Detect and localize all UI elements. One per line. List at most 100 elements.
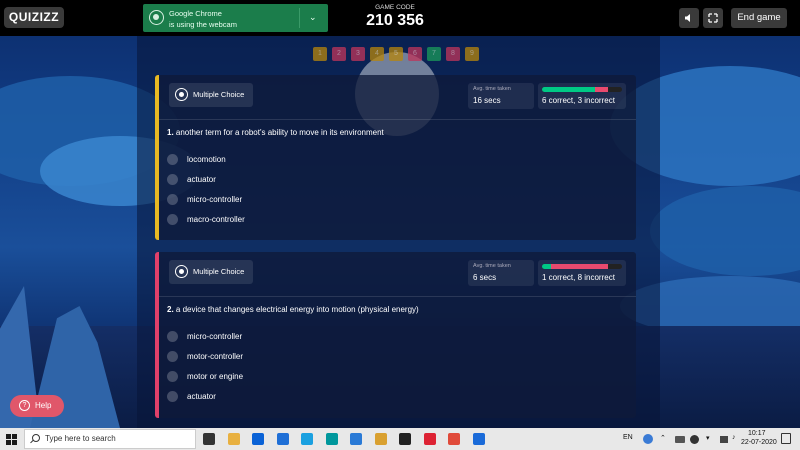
windows-logo-icon (12, 440, 17, 445)
question-type-chip: Multiple Choice (169, 260, 254, 284)
search-placeholder: Type here to search (45, 434, 116, 443)
question-body: another term for a robot's ability to mo… (175, 128, 384, 137)
accuracy-label: 1 correct, 8 incorrect (542, 273, 615, 282)
mute-button[interactable] (679, 8, 699, 28)
option-label: micro-controller (187, 195, 243, 204)
chevron-up-icon[interactable]: ⌃ (660, 434, 666, 442)
correct-fill (542, 264, 551, 269)
network-icon[interactable]: ▾ (706, 434, 710, 442)
fullscreen-button[interactable] (703, 8, 723, 28)
question-card: Multiple Choice Avg. time taken 16 secs … (155, 75, 636, 240)
notification-icon[interactable] (781, 433, 791, 444)
speaker-icon[interactable]: ♪ (732, 434, 736, 441)
help-button[interactable]: ? Help (10, 395, 64, 417)
accuracy-box: 1 correct, 8 incorrect (538, 260, 626, 286)
question-text: 1. another term for a robot's ability to… (167, 128, 384, 137)
accuracy-bar (542, 87, 622, 92)
question-nav-item[interactable]: 1 (313, 47, 327, 61)
monitor-icon[interactable] (720, 436, 728, 443)
option-label: macro-controller (187, 215, 245, 224)
webcam-notice-line2: is using the webcam (169, 20, 237, 29)
incorrect-fill (595, 87, 608, 92)
question-nav-item[interactable]: 7 (427, 47, 441, 61)
question-nav-item[interactable]: 5 (389, 47, 403, 61)
clock-date[interactable]: 22-07-2020 (741, 439, 777, 446)
option-circle (167, 391, 178, 402)
obs-icon[interactable] (399, 433, 411, 445)
skype-icon[interactable] (301, 433, 313, 445)
option-label: actuator (187, 392, 216, 401)
question-nav-item[interactable]: 8 (446, 47, 460, 61)
question-nav-item[interactable]: 3 (351, 47, 365, 61)
cloud (650, 186, 800, 276)
option-label: motor or engine (187, 372, 244, 381)
top-bar: QUIZIZZ Google Chrome is using the webca… (0, 0, 800, 36)
accuracy-box: 6 correct, 3 incorrect (538, 83, 626, 109)
mail-icon[interactable] (276, 433, 289, 445)
option-circle (167, 331, 178, 342)
question-number: 1. (167, 128, 174, 137)
arduino-icon[interactable] (325, 433, 338, 445)
start-button[interactable] (0, 428, 22, 450)
user-icon[interactable] (643, 434, 653, 444)
avg-time-label: Avg. time taken (473, 263, 511, 269)
question-nav-item[interactable]: 4 (370, 47, 384, 61)
webcam-icon (149, 10, 164, 25)
windows-logo-icon (6, 440, 11, 445)
option-label: actuator (187, 175, 216, 184)
avg-time-value: 6 secs (473, 273, 497, 282)
radio-icon (175, 265, 188, 278)
language-indicator[interactable]: EN (623, 434, 633, 441)
app-icon[interactable] (423, 433, 436, 445)
paint-icon[interactable] (374, 433, 387, 445)
question-nav-item[interactable]: 2 (332, 47, 346, 61)
option-circle (167, 214, 178, 225)
windows-logo-icon (6, 434, 11, 439)
incorrect-fill (551, 264, 608, 269)
avg-time-label: Avg. time taken (473, 86, 511, 92)
chevron-down-icon[interactable]: ⌄ (309, 12, 317, 23)
option-circle (167, 154, 178, 165)
chrome-icon[interactable] (448, 433, 460, 445)
option-circle (167, 174, 178, 185)
question-card: Multiple Choice Avg. time taken 6 secs 1… (155, 252, 636, 418)
divider (159, 296, 636, 297)
accuracy-bar (542, 264, 622, 269)
documents-icon[interactable] (472, 433, 485, 445)
webcam-notice[interactable]: Google Chrome is using the webcam ⌄ (143, 4, 328, 32)
question-nav-item[interactable]: 6 (408, 47, 422, 61)
radio-icon (175, 88, 188, 101)
option-label: motor-controller (187, 352, 244, 361)
app-tray-icon[interactable] (690, 435, 699, 444)
store-icon[interactable] (350, 433, 362, 445)
game-code-label: GAME CODE (375, 4, 415, 11)
card-stripe (155, 75, 159, 240)
card-stripe (155, 252, 159, 418)
dropbox-icon[interactable] (252, 433, 264, 445)
speaker-icon (685, 14, 690, 22)
clock-time[interactable]: 10:17 (748, 430, 766, 437)
question-number: 2. (167, 305, 174, 314)
task-view-icon[interactable] (203, 433, 215, 445)
file-explorer-icon[interactable] (227, 433, 240, 445)
quizizz-logo[interactable]: QUIZIZZ (4, 7, 64, 28)
end-game-button[interactable]: End game (731, 8, 787, 28)
question-nav-item[interactable]: 9 (465, 47, 479, 61)
search-icon (32, 434, 40, 442)
question-mark-icon: ? (19, 400, 30, 411)
question-text: 2. a device that changes electrical ener… (167, 305, 419, 314)
option-circle (167, 351, 178, 362)
game-code: 210 356 (366, 12, 424, 29)
avg-time-box: Avg. time taken 6 secs (468, 260, 534, 286)
option-label: locomotion (187, 155, 226, 164)
webcam-notice-line1: Google Chrome (169, 9, 222, 18)
taskbar: Type here to search EN ⌃ ▾ ♪ 10:17 22-07… (0, 428, 800, 450)
taskbar-search[interactable]: Type here to search (24, 429, 196, 449)
fullscreen-icon (708, 13, 718, 23)
avg-time-value: 16 secs (473, 96, 501, 105)
option-circle (167, 194, 178, 205)
divider (299, 8, 300, 28)
question-type-label: Multiple Choice (193, 267, 245, 276)
battery-icon[interactable] (675, 436, 685, 443)
windows-logo-icon (12, 434, 17, 439)
